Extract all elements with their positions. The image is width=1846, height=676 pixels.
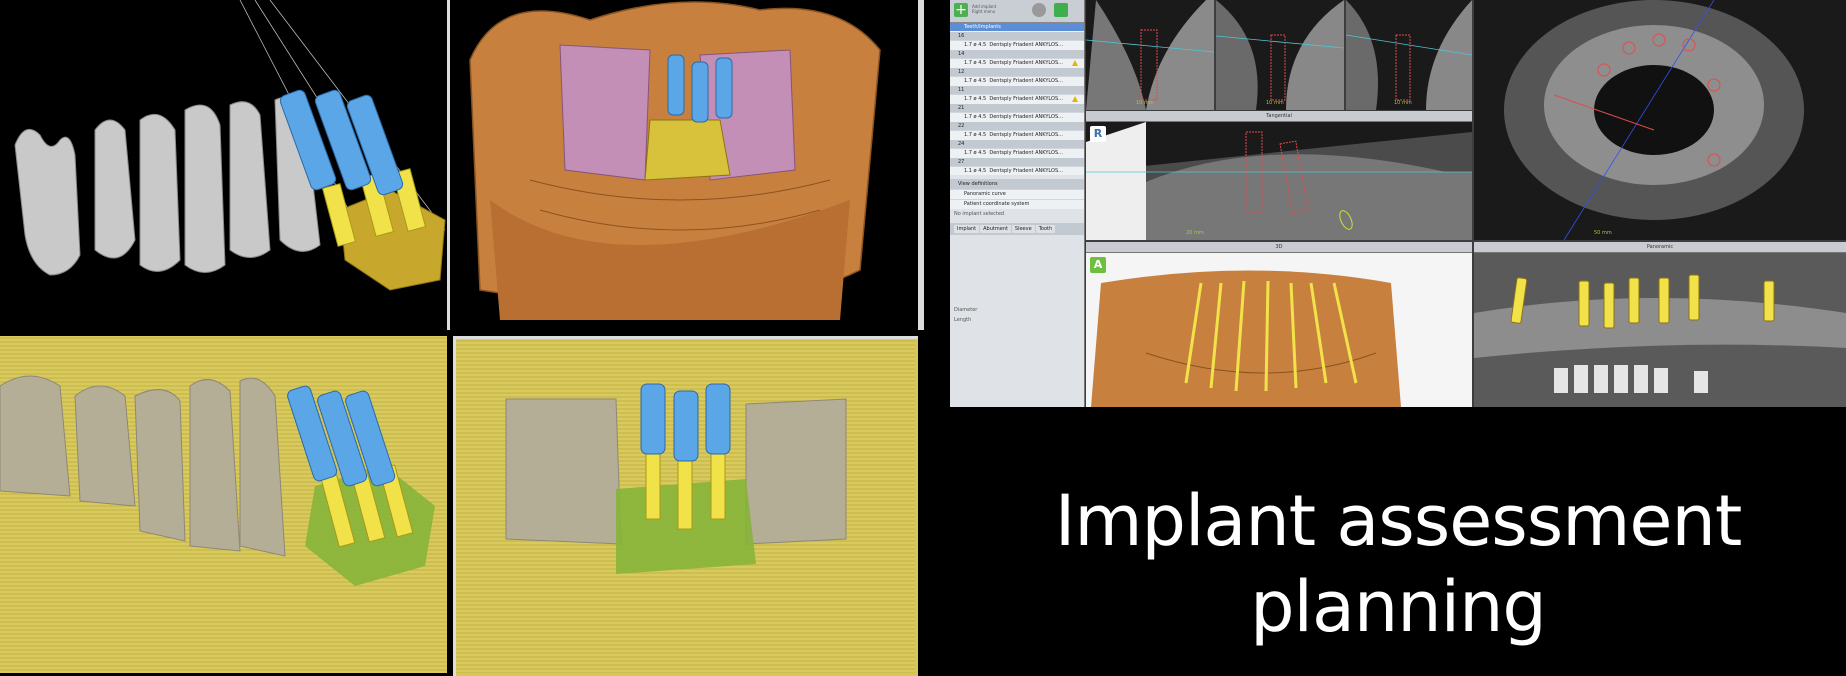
- settings-icon[interactable]: [1032, 3, 1046, 17]
- tooth-group-12[interactable]: 12: [950, 67, 1084, 76]
- add-implant-icon[interactable]: +: [954, 3, 968, 17]
- property-tabs: Implant Abutment Sleeve Tooth: [950, 223, 1084, 235]
- tooth-group-22[interactable]: 22: [950, 121, 1084, 130]
- implant-row-16[interactable]: 1.7 ø 4.5 Dentsply Friadent ANKYLOS...: [950, 40, 1084, 49]
- scale-label: 10 mm: [1136, 100, 1154, 106]
- render-yellow-lateral: [0, 336, 447, 673]
- tab-abutment[interactable]: Abutment: [980, 225, 1011, 233]
- view3d-header: 3D: [1086, 242, 1472, 253]
- view-option-coordinate[interactable]: Patient coordinate system: [950, 199, 1084, 209]
- slice-view-2[interactable]: 10 mm: [1216, 0, 1344, 110]
- tab-tooth[interactable]: Tooth: [1035, 225, 1056, 233]
- implant-row-11[interactable]: 1.7 ø 4.5 Dentsply Friadent ANKYLOS...: [950, 94, 1084, 103]
- slice-view-1[interactable]: 10 mm: [1086, 0, 1214, 110]
- caption-line-2: planning: [1250, 566, 1547, 648]
- implant-tree-panel: + Add implant Right menu Teeth/Implants …: [950, 0, 1085, 407]
- tangential-view[interactable]: R 20 mm: [1086, 122, 1472, 240]
- scale-label: 20 mm: [1186, 230, 1204, 236]
- scale-label: 10 mm: [1266, 100, 1284, 106]
- length-field[interactable]: Length: [950, 315, 1084, 325]
- tooth-group-14[interactable]: 14: [950, 49, 1084, 58]
- tag-right: R: [1090, 126, 1106, 142]
- implant-row-21[interactable]: 1.7 ø 4.5 Dentsply Friadent ANKYLOS...: [950, 112, 1084, 121]
- yellow-crowns: [339, 189, 446, 291]
- blue-implants-c: [640, 383, 731, 462]
- axial-view[interactable]: 50 mm: [1474, 0, 1846, 240]
- implant-row-14[interactable]: 1.7 ø 4.5 Dentsply Friadent ANKYLOS...: [950, 58, 1084, 67]
- tree-toolbar: + Add implant Right menu: [950, 0, 1084, 23]
- tooth-group: 16 1.7 ø 4.5 Dentsply Friadent ANKYLOS..…: [950, 31, 1084, 175]
- slice-view-3[interactable]: 10 mm: [1346, 0, 1472, 110]
- blue-implants-frontal: [667, 54, 733, 123]
- implant-row-22[interactable]: 1.7 ø 4.5 Dentsply Friadent ANKYLOS...: [950, 130, 1084, 139]
- toolbar-menu-b[interactable]: Right menu: [972, 9, 996, 14]
- caption-line-1: Implant assessment: [1054, 480, 1743, 562]
- warning-icon: [1072, 96, 1078, 102]
- panoramic-view[interactable]: [1474, 253, 1846, 407]
- render-skull-frontal: [447, 0, 924, 330]
- yellow-guide: [644, 119, 731, 181]
- render-yellow-frontal: [453, 336, 918, 676]
- view-option-panoramic[interactable]: Panoramic curve: [950, 189, 1084, 199]
- delete-icon[interactable]: [1054, 3, 1068, 17]
- implant-row-27[interactable]: 1.1 ø 4.5 Dentsply Friadent ANKYLOS...: [950, 166, 1084, 175]
- diameter-field[interactable]: Diameter: [950, 305, 1084, 315]
- render-teeth-lateral: [0, 0, 447, 330]
- panoramic-header: Panoramic: [1474, 242, 1846, 253]
- tooth-group-16[interactable]: 16: [950, 31, 1084, 40]
- tangential-header: Tangential: [1086, 111, 1472, 122]
- scale-label: 50 mm: [1594, 230, 1612, 236]
- scale-label: 10 mm: [1394, 100, 1412, 106]
- selection-note: No implant selected: [954, 211, 1005, 217]
- warning-icon: [1072, 60, 1078, 66]
- tooth-group-21[interactable]: 21: [950, 103, 1084, 112]
- tag-anterior: A: [1090, 257, 1106, 273]
- tab-sleeve[interactable]: Sleeve: [1011, 225, 1035, 233]
- view-definitions-header[interactable]: View definitions: [950, 179, 1084, 189]
- tooth-group-24[interactable]: 24: [950, 139, 1084, 148]
- teeth-row: [14, 96, 321, 276]
- planning-software-window: + Add implant Right menu Teeth/Implants …: [950, 0, 1846, 407]
- implant-row-24[interactable]: 1.7 ø 4.5 Dentsply Friadent ANKYLOS...: [950, 148, 1084, 157]
- 3d-view[interactable]: A: [1086, 253, 1472, 407]
- tooth-group-11[interactable]: 11: [950, 85, 1084, 94]
- implant-row-12[interactable]: 1.7 ø 4.5 Dentsply Friadent ANKYLOS...: [950, 76, 1084, 85]
- tab-implant[interactable]: Implant: [954, 225, 980, 233]
- tree-header: Teeth/Implants: [950, 23, 1084, 31]
- slide-caption: Implant assessment planning: [950, 478, 1846, 650]
- tooth-group-27[interactable]: 27: [950, 157, 1084, 166]
